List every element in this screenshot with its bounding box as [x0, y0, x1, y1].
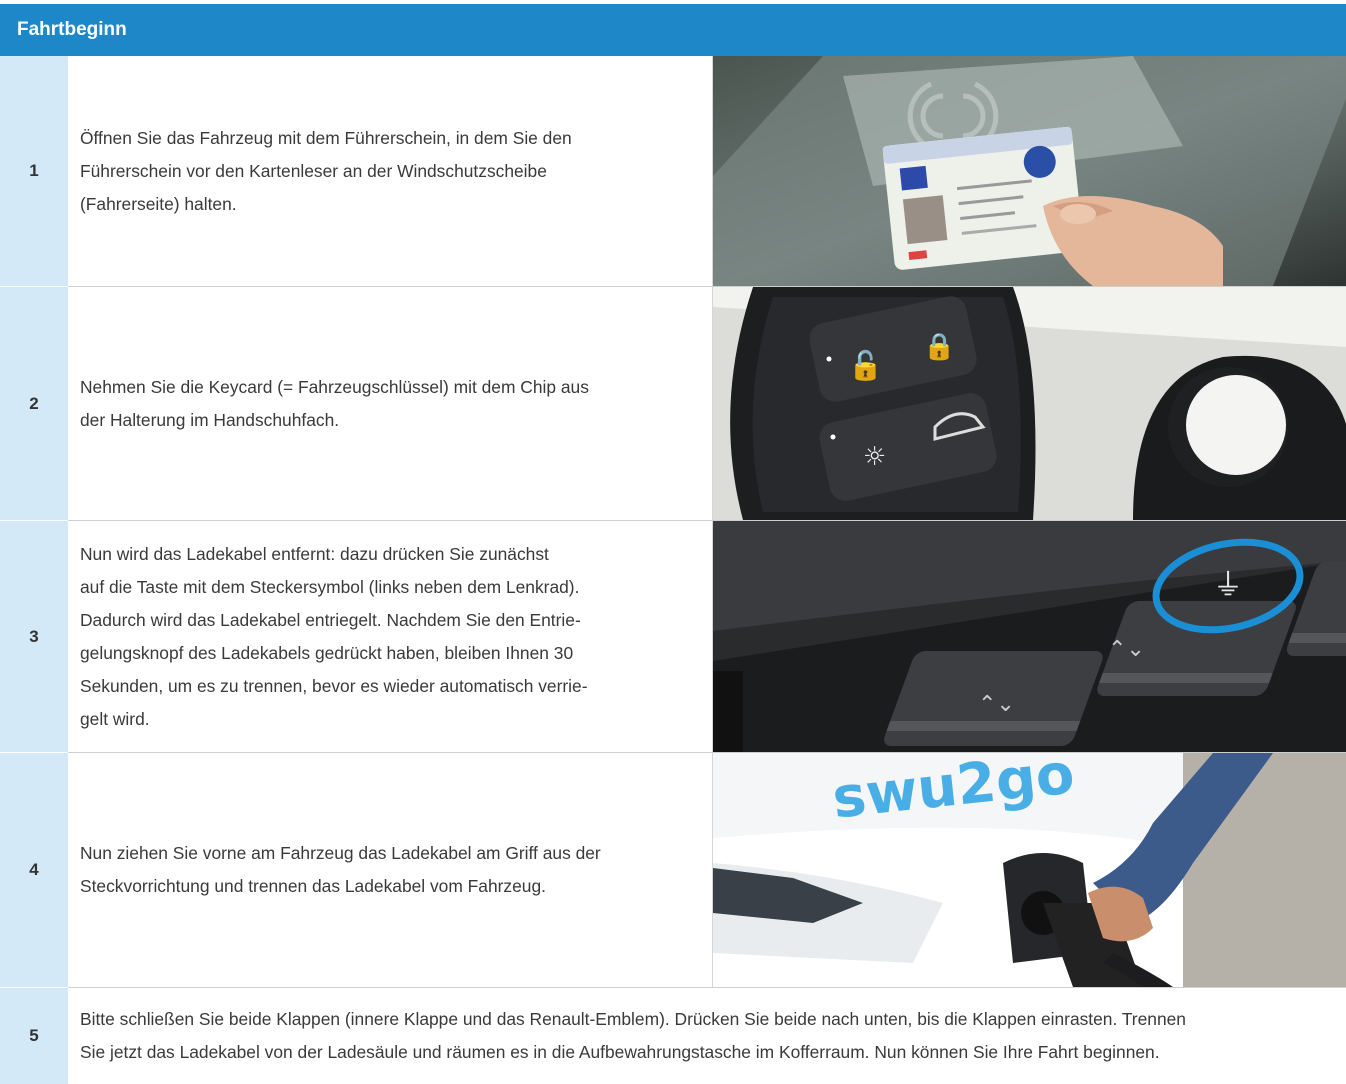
- lock-icon: 🔒: [923, 332, 955, 362]
- step-text-line: Nehmen Sie die Keycard (= Fahrzeugschlüs…: [80, 376, 589, 397]
- photo-charging-button: ⌃⌄ ⌃⌄ ⏚: [712, 521, 1346, 752]
- step-row-5: 5 Bitte schließen Sie beide Klappen (inn…: [0, 988, 1346, 1084]
- step-text-line: Bitte schließen Sie beide Klappen (inner…: [80, 1009, 1186, 1029]
- step-text-line: gelt wird.: [80, 708, 150, 729]
- photo-keycard: 🔓 🔒 ☼: [712, 287, 1346, 520]
- step-text-line: Nun ziehen Sie vorne am Fahrzeug das Lad…: [80, 843, 601, 863]
- photo-license-card: [712, 56, 1346, 286]
- photo-charging-cable: swu2go: [712, 753, 1346, 987]
- step-row-2: 2 Nehmen Sie die Keycard (= Fahrzeugschl…: [0, 287, 1346, 520]
- step-text-line: Nun wird das Ladekabel entfernt: dazu dr…: [80, 543, 549, 564]
- step-number: 5: [0, 988, 68, 1084]
- step-text-line: Öffnen Sie das Fahrzeug mit dem Führersc…: [80, 127, 572, 148]
- step-text: Öffnen Sie das Fahrzeug mit dem Führersc…: [80, 56, 690, 286]
- light-icon: ☼: [863, 442, 886, 472]
- step-text: Nun ziehen Sie vorne am Fahrzeug das Lad…: [80, 753, 690, 987]
- step-text: Bitte schließen Sie beide Klappen (inner…: [80, 988, 1340, 1084]
- step-text: Nun wird das Ladekabel entfernt: dazu dr…: [80, 521, 690, 752]
- step-text-line: gelungsknopf des Ladekabels gedrückt hab…: [80, 642, 574, 663]
- step-text-line: auf die Taste mit dem Steckersymbol (lin…: [80, 576, 580, 597]
- step-number: 2: [0, 287, 68, 520]
- step-text-line: Steckvorrichtung und trennen das Ladekab…: [80, 876, 546, 896]
- svg-text:⌃⌄: ⌃⌄: [1108, 637, 1145, 662]
- step-text-line: Dadurch wird das Ladekabel entriegelt. N…: [80, 609, 581, 630]
- header-title: Fahrtbeginn: [17, 19, 127, 40]
- step-text-line: Sekunden, um es zu trennen, bevor es wie…: [80, 675, 588, 696]
- step-text-line: der Halterung im Handschuhfach.: [80, 409, 340, 430]
- step-number: 3: [0, 521, 68, 752]
- plug-icon: ⏚: [1213, 568, 1243, 603]
- unlock-icon: 🔓: [848, 349, 883, 382]
- step-row-4: 4 Nun ziehen Sie vorne am Fahrzeug das L…: [0, 753, 1346, 987]
- step-text-line: (Fahrerseite) halten.: [80, 193, 237, 214]
- step-text-line: Sie jetzt das Ladekabel von der Ladesäul…: [80, 1042, 1160, 1062]
- step-number: 1: [0, 56, 68, 286]
- step-row-3: 3 Nun wird das Ladekabel entfernt: dazu …: [0, 521, 1346, 752]
- table-header: Fahrtbeginn: [0, 4, 1346, 56]
- svg-text:⌃⌄: ⌃⌄: [978, 692, 1015, 717]
- step-text-line: Führerschein vor den Kartenleser an der …: [80, 160, 547, 181]
- step-text: Nehmen Sie die Keycard (= Fahrzeugschlüs…: [80, 287, 690, 520]
- step-row-1: 1 Öffnen Sie das Fahrzeug mit dem Führer…: [0, 56, 1346, 286]
- step-number: 4: [0, 753, 68, 987]
